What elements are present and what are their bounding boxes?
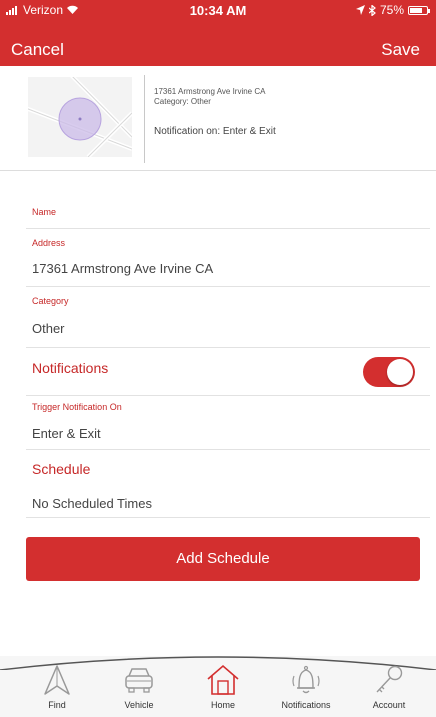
nav-bar: Cancel Save <box>0 20 436 66</box>
vehicle-icon <box>125 668 153 693</box>
tab-vehicle[interactable]: Vehicle <box>99 664 179 710</box>
battery-percent: 75% <box>379 3 404 17</box>
summary-category: Category: Other <box>154 97 211 106</box>
map-graphic <box>28 77 132 157</box>
key-icon <box>376 665 403 693</box>
tab-notifications[interactable]: Notifications <box>266 664 346 710</box>
address-label: Address <box>32 238 66 248</box>
tab-account-label: Account <box>372 700 406 710</box>
cancel-button[interactable]: Cancel <box>11 40 64 60</box>
location-summary: 17361 Armstrong Ave Irvine CA Category: … <box>20 71 432 167</box>
find-icon <box>44 665 70 695</box>
tab-notifications-label: Notifications <box>281 700 331 710</box>
tab-home-label: Home <box>210 700 235 710</box>
category-rule <box>26 347 430 348</box>
tab-bar: Find Vehicle Home Notifications Account <box>0 656 436 717</box>
status-bar: Verizon 10:34 AM 75% <box>0 0 436 20</box>
category-label: Category <box>32 296 69 306</box>
address-rule <box>26 286 430 287</box>
tab-home[interactable]: Home <box>183 664 263 710</box>
summary-divider <box>144 75 145 163</box>
tab-find-label: Find <box>48 700 66 710</box>
summary-address: 17361 Armstrong Ave Irvine CA <box>154 87 266 96</box>
battery-fill <box>410 7 422 13</box>
schedule-label: Schedule <box>32 461 91 477</box>
name-rule <box>26 228 430 229</box>
summary-details: 17361 Armstrong Ave Irvine CA Category: … <box>154 87 265 107</box>
trigger-field[interactable]: Enter & Exit <box>32 426 101 441</box>
battery-icon <box>408 5 430 15</box>
save-button[interactable]: Save <box>381 40 420 60</box>
home-icon <box>207 664 239 695</box>
address-field[interactable]: 17361 Armstrong Ave Irvine CA <box>32 261 213 276</box>
notifications-rule <box>26 395 430 396</box>
notifications-label: Notifications <box>32 360 109 376</box>
notifications-toggle[interactable] <box>363 357 415 387</box>
summary-notification: Notification on: Enter & Exit <box>154 126 276 137</box>
trigger-label: Trigger Notification On <box>32 402 122 412</box>
tab-vehicle-label: Vehicle <box>124 700 154 710</box>
status-right: 75% <box>355 3 430 17</box>
add-schedule-button[interactable]: Add Schedule <box>26 537 420 581</box>
trigger-rule <box>26 449 430 450</box>
schedule-rule <box>26 517 430 518</box>
toggle-knob <box>387 359 413 385</box>
summary-rule <box>0 170 436 171</box>
bluetooth-icon <box>368 4 376 16</box>
map-thumbnail[interactable] <box>28 77 132 157</box>
category-field[interactable]: Other <box>32 321 65 336</box>
tab-account[interactable]: Account <box>349 664 429 710</box>
location-arrow-icon <box>355 5 365 15</box>
tab-find[interactable]: Find <box>17 664 97 710</box>
schedule-field: No Scheduled Times <box>32 496 152 511</box>
bell-icon <box>292 665 320 694</box>
name-label: Name <box>32 207 57 217</box>
